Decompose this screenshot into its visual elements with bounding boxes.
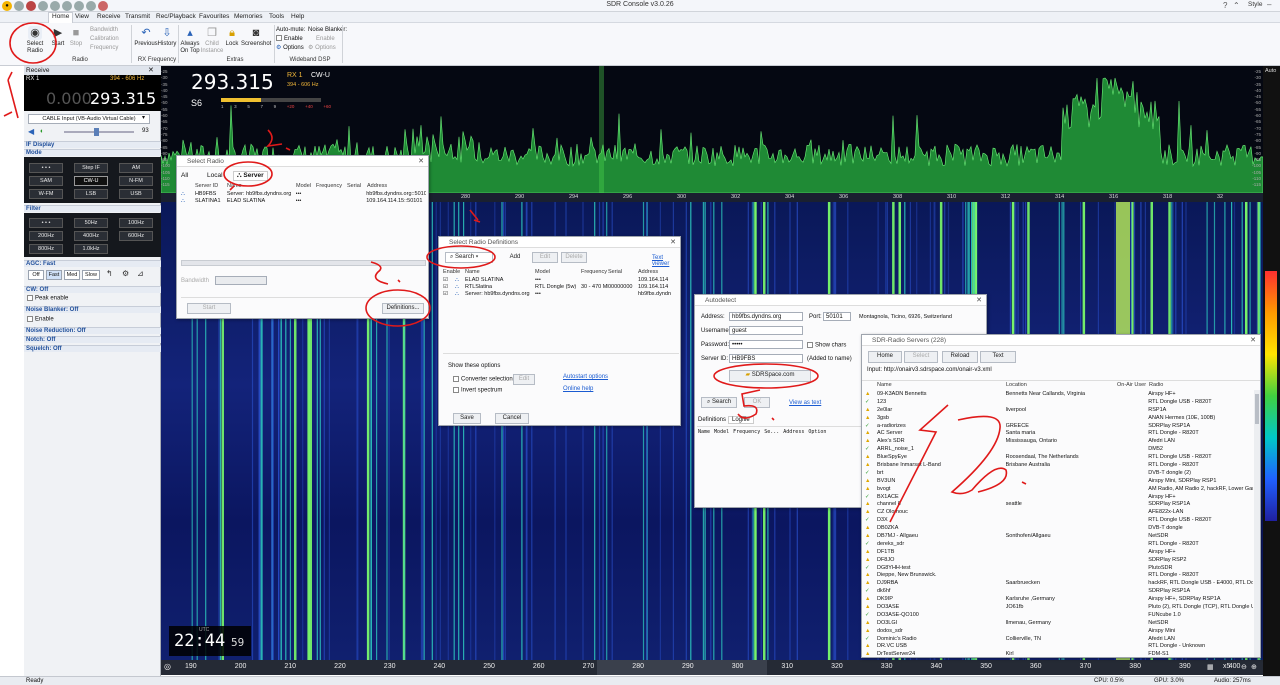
- status-gpu: GPU: 3.0%: [1154, 678, 1185, 684]
- sdr-console-window: SDR Console v3.0.26 ● ? ⌃ Style – Home V…: [0, 0, 1280, 685]
- status-cpu: CPU: 0.5%: [1094, 678, 1124, 684]
- status-audio: Audio: 257ms: [1214, 678, 1251, 684]
- status-bar: Ready CPU: 0.5% GPU: 3.0% Audio: 257ms: [0, 676, 1280, 685]
- annotation-overlay: [3, 22, 1027, 523]
- status-ready: Ready: [26, 678, 44, 684]
